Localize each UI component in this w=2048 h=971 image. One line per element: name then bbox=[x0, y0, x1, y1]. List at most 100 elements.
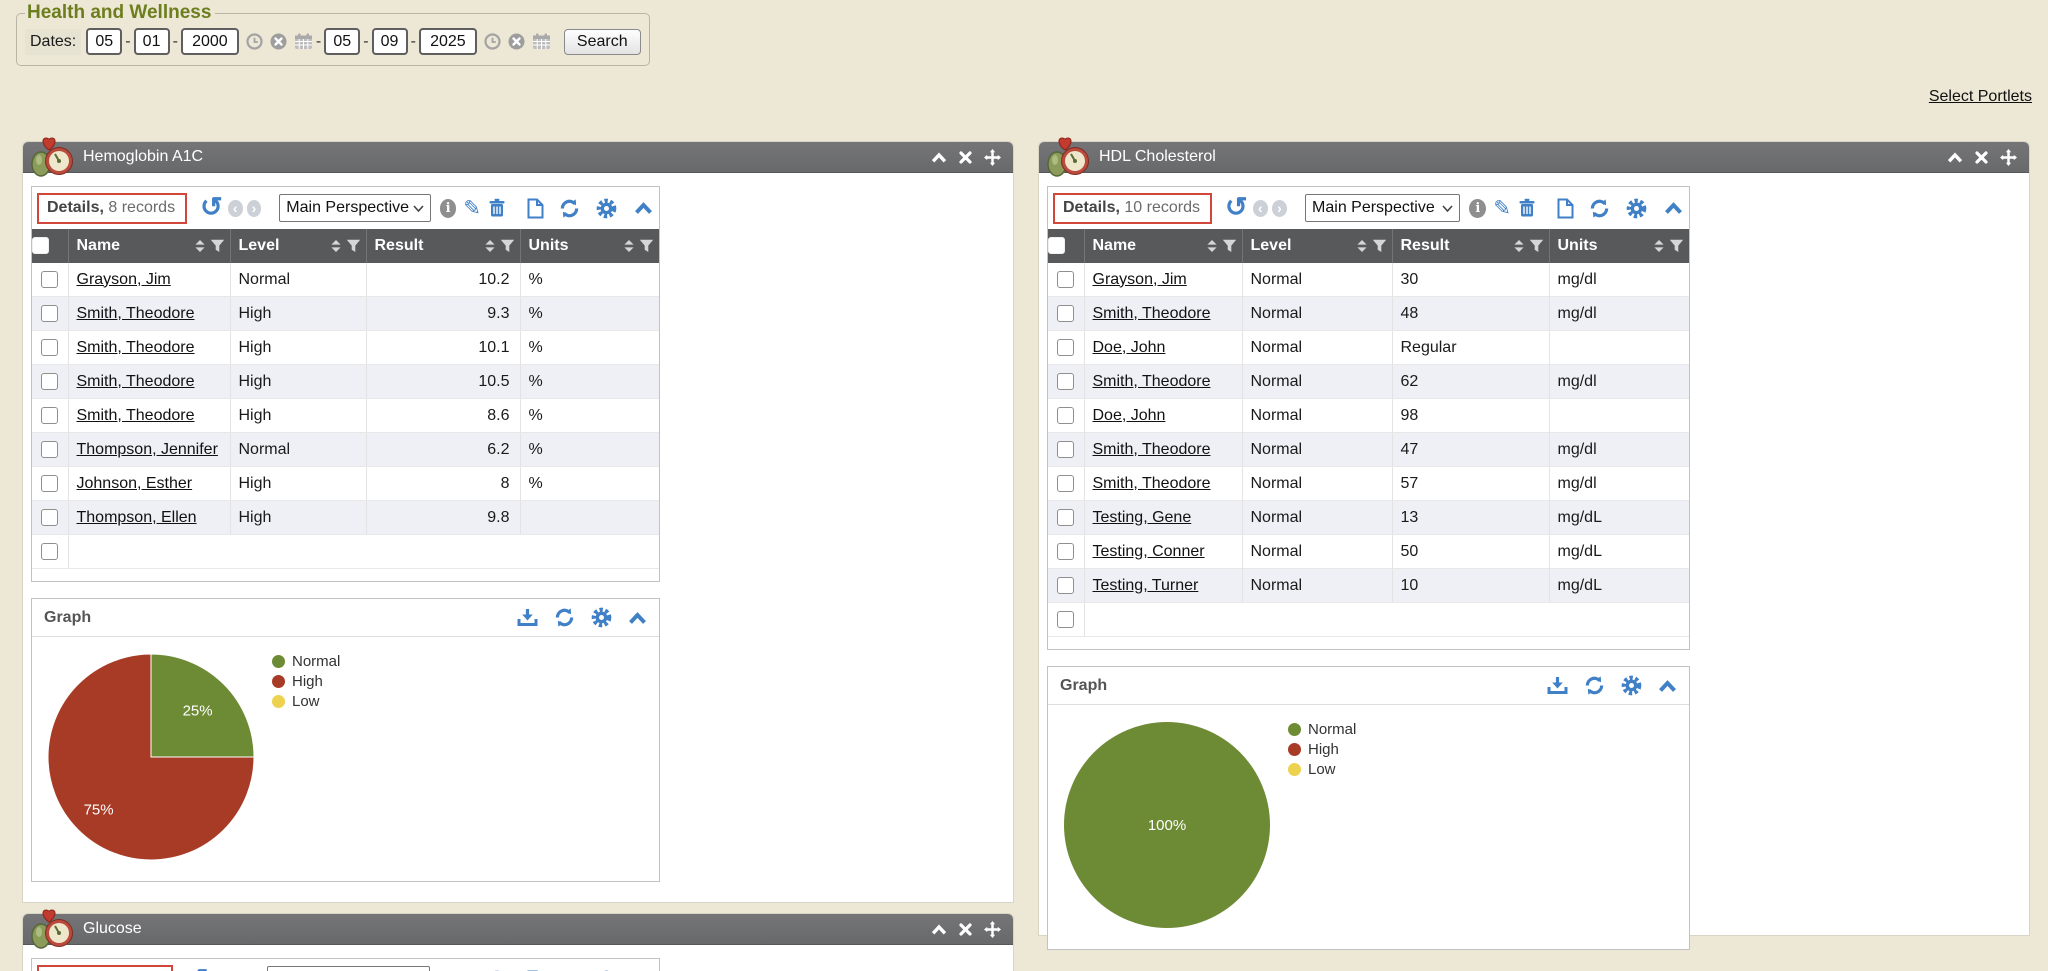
to-month-input[interactable] bbox=[324, 28, 360, 55]
previous-icon[interactable]: ‹ bbox=[228, 200, 243, 217]
undo-icon[interactable]: ↺ bbox=[1225, 196, 1248, 218]
patient-name-link[interactable]: Doe, John bbox=[1093, 407, 1166, 424]
move-portlet-icon[interactable] bbox=[984, 921, 1001, 938]
edit-icon[interactable]: ✎ bbox=[463, 968, 481, 971]
undo-icon[interactable]: ↺ bbox=[200, 196, 223, 218]
from-month-input[interactable] bbox=[86, 28, 122, 55]
collapse-section-icon[interactable] bbox=[1658, 680, 1677, 692]
patient-name-link[interactable]: Smith, Theodore bbox=[1093, 373, 1211, 390]
row-checkbox[interactable] bbox=[41, 305, 58, 322]
patient-name-link[interactable]: Smith, Theodore bbox=[1093, 441, 1211, 458]
column-header-level[interactable]: Level bbox=[230, 229, 366, 263]
row-checkbox[interactable] bbox=[1057, 441, 1074, 458]
refresh-icon[interactable] bbox=[554, 607, 575, 628]
refresh-icon[interactable] bbox=[1589, 198, 1610, 219]
clock-icon[interactable] bbox=[246, 33, 263, 50]
collapse-portlet-icon[interactable] bbox=[931, 924, 947, 935]
close-portlet-icon[interactable] bbox=[959, 151, 972, 164]
collapse-portlet-icon[interactable] bbox=[931, 152, 947, 163]
from-day-input[interactable] bbox=[134, 28, 170, 55]
collapse-portlet-icon[interactable] bbox=[1947, 152, 1963, 163]
select-all-checkbox[interactable] bbox=[1048, 237, 1065, 254]
patient-name-link[interactable]: Thompson, Ellen bbox=[77, 509, 197, 526]
patient-name-link[interactable]: Grayson, Jim bbox=[1093, 271, 1187, 288]
row-checkbox[interactable] bbox=[41, 441, 58, 458]
patient-name-link[interactable]: Smith, Theodore bbox=[1093, 305, 1211, 322]
calendar-icon[interactable] bbox=[294, 33, 313, 50]
collapse-section-icon[interactable] bbox=[1664, 202, 1683, 214]
search-button[interactable]: Search bbox=[564, 29, 641, 55]
refresh-icon[interactable] bbox=[559, 198, 580, 219]
patient-name-link[interactable]: Smith, Theodore bbox=[1093, 475, 1211, 492]
row-checkbox[interactable] bbox=[41, 339, 58, 356]
column-header-name[interactable]: Name bbox=[1084, 229, 1242, 263]
close-portlet-icon[interactable] bbox=[959, 923, 972, 936]
collapse-section-icon[interactable] bbox=[634, 202, 653, 214]
patient-name-link[interactable]: Smith, Theodore bbox=[77, 305, 195, 322]
new-page-icon[interactable] bbox=[1557, 198, 1574, 219]
settings-gear-icon[interactable] bbox=[1626, 198, 1647, 219]
refresh-icon[interactable] bbox=[1584, 675, 1605, 696]
column-header-name[interactable]: Name bbox=[68, 229, 230, 263]
row-checkbox[interactable] bbox=[41, 509, 58, 526]
row-checkbox[interactable] bbox=[1057, 611, 1074, 628]
patient-name-link[interactable]: Johnson, Esther bbox=[77, 475, 193, 492]
portlet-titlebar[interactable]: Hemoglobin A1C bbox=[23, 142, 1013, 173]
clear-date-icon[interactable] bbox=[508, 33, 525, 50]
close-portlet-icon[interactable] bbox=[1975, 151, 1988, 164]
patient-name-link[interactable]: Testing, Conner bbox=[1093, 543, 1205, 560]
row-checkbox[interactable] bbox=[1057, 543, 1074, 560]
row-checkbox[interactable] bbox=[1057, 407, 1074, 424]
edit-icon[interactable]: ✎ bbox=[1493, 196, 1511, 221]
to-year-input[interactable] bbox=[419, 28, 477, 55]
perspective-select[interactable] bbox=[267, 966, 429, 971]
undo-icon[interactable]: ↺ bbox=[186, 968, 209, 971]
settings-gear-icon[interactable] bbox=[596, 198, 617, 219]
row-checkbox[interactable] bbox=[41, 475, 58, 492]
patient-name-link[interactable]: Doe, John bbox=[1093, 339, 1166, 356]
row-checkbox[interactable] bbox=[41, 373, 58, 390]
row-checkbox[interactable] bbox=[1057, 373, 1074, 390]
next-icon[interactable]: › bbox=[1272, 200, 1287, 217]
clear-date-icon[interactable] bbox=[270, 33, 287, 50]
from-year-input[interactable] bbox=[181, 28, 239, 55]
info-icon[interactable]: i bbox=[1469, 199, 1486, 218]
perspective-select[interactable]: Main Perspective bbox=[279, 194, 431, 222]
row-checkbox[interactable] bbox=[1057, 509, 1074, 526]
download-icon[interactable] bbox=[517, 608, 538, 627]
row-checkbox[interactable] bbox=[41, 407, 58, 424]
next-icon[interactable]: › bbox=[247, 200, 262, 217]
patient-name-link[interactable]: Smith, Theodore bbox=[77, 339, 195, 356]
calendar-icon[interactable] bbox=[532, 33, 551, 50]
patient-name-link[interactable]: Thompson, Jennifer bbox=[77, 441, 218, 458]
row-checkbox[interactable] bbox=[1057, 475, 1074, 492]
download-icon[interactable] bbox=[1547, 676, 1568, 695]
patient-name-link[interactable]: Testing, Turner bbox=[1093, 577, 1199, 594]
column-header-units[interactable]: Units bbox=[520, 229, 659, 263]
settings-gear-icon[interactable] bbox=[1621, 675, 1642, 696]
previous-icon[interactable]: ‹ bbox=[1253, 200, 1268, 217]
clock-icon[interactable] bbox=[484, 33, 501, 50]
patient-name-link[interactable]: Testing, Gene bbox=[1093, 509, 1192, 526]
info-icon[interactable]: i bbox=[440, 199, 457, 218]
column-header-level[interactable]: Level bbox=[1242, 229, 1392, 263]
collapse-section-icon[interactable] bbox=[628, 612, 647, 624]
perspective-select[interactable]: Main Perspective bbox=[1305, 194, 1460, 222]
column-header-units[interactable]: Units bbox=[1549, 229, 1689, 263]
row-checkbox[interactable] bbox=[41, 271, 58, 288]
column-header-result[interactable]: Result bbox=[366, 229, 520, 263]
row-checkbox[interactable] bbox=[1057, 339, 1074, 356]
row-checkbox[interactable] bbox=[1057, 577, 1074, 594]
to-day-input[interactable] bbox=[372, 28, 408, 55]
new-page-icon[interactable] bbox=[527, 198, 544, 219]
portlet-titlebar[interactable]: Glucose bbox=[23, 914, 1013, 945]
column-header-result[interactable]: Result bbox=[1392, 229, 1549, 263]
portlet-titlebar[interactable]: HDL Cholesterol bbox=[1039, 142, 2029, 173]
row-checkbox[interactable] bbox=[1057, 305, 1074, 322]
row-checkbox[interactable] bbox=[41, 543, 58, 560]
delete-icon[interactable] bbox=[488, 198, 506, 218]
settings-gear-icon[interactable] bbox=[591, 607, 612, 628]
edit-icon[interactable]: ✎ bbox=[463, 196, 481, 221]
move-portlet-icon[interactable] bbox=[984, 149, 1001, 166]
select-all-checkbox[interactable] bbox=[32, 237, 49, 254]
